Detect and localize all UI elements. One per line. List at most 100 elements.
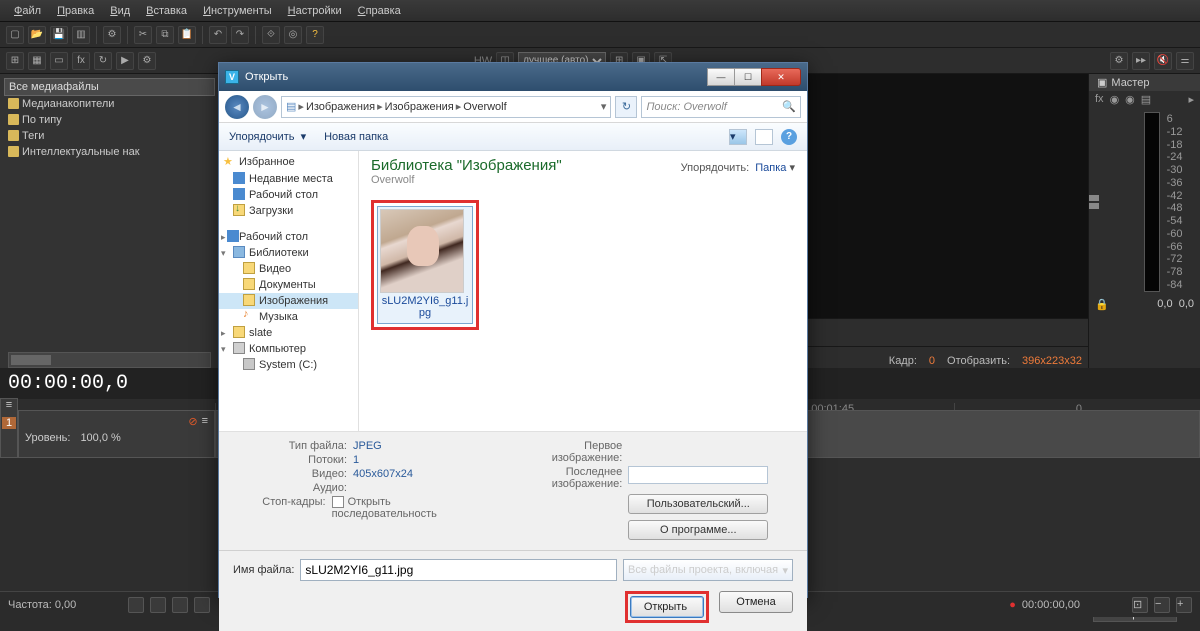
- last-image-input[interactable]: [628, 466, 768, 484]
- mixer-mute-icon[interactable]: 🔇: [1154, 52, 1172, 70]
- open-button[interactable]: Открыть: [630, 596, 704, 618]
- side-music[interactable]: Музыка: [219, 309, 358, 325]
- tool-zoom-icon[interactable]: [194, 597, 210, 613]
- side-desktop[interactable]: Рабочий стол: [219, 187, 358, 203]
- save-icon[interactable]: 💾: [50, 26, 68, 44]
- master-layout-icon[interactable]: ▣: [1097, 76, 1107, 89]
- media-icon[interactable]: ▦: [28, 52, 46, 70]
- zoom-in-icon[interactable]: +: [1176, 597, 1192, 613]
- refresh-button[interactable]: ↻: [615, 96, 637, 118]
- track-bypass-icon[interactable]: ⊘: [188, 415, 197, 428]
- view-mode-button[interactable]: ▾: [729, 129, 747, 145]
- about-button[interactable]: О программе...: [628, 520, 768, 540]
- help-button[interactable]: ?: [781, 129, 797, 145]
- new-icon[interactable]: ▢: [6, 26, 24, 44]
- tree-storage[interactable]: Медианакопители: [0, 96, 219, 112]
- master-out-icon[interactable]: ▸: [1188, 93, 1194, 106]
- side-video[interactable]: Видео: [219, 261, 358, 277]
- side-computer[interactable]: ▾Компьютер: [219, 341, 358, 357]
- mixer-sliders-icon[interactable]: ⚌: [1176, 52, 1194, 70]
- menu-file[interactable]: Файл: [6, 5, 49, 17]
- nav-fwd-button[interactable]: ►: [253, 95, 277, 119]
- menu-edit[interactable]: Правка: [49, 5, 102, 17]
- snap-icon[interactable]: ⟐: [262, 26, 280, 44]
- breadcrumb-imgs[interactable]: Изображения: [306, 101, 375, 113]
- sort-control[interactable]: Упорядочить: Папка ▾: [681, 161, 795, 174]
- tree-by-type[interactable]: По типу: [0, 112, 219, 128]
- side-libraries[interactable]: ▾Библиотеки: [219, 245, 358, 261]
- undo-icon[interactable]: ↶: [209, 26, 227, 44]
- organize-menu[interactable]: Упорядочить ▾: [229, 130, 306, 143]
- address-bar[interactable]: ▤ ▸ Изображения ▸ Изображения ▸ Overwolf…: [281, 96, 611, 118]
- side-recent[interactable]: Недавние места: [219, 171, 358, 187]
- zoom-out-icon[interactable]: −: [1154, 597, 1170, 613]
- fx-icon[interactable]: fx: [72, 52, 90, 70]
- copy-icon[interactable]: ⧉: [156, 26, 174, 44]
- mixer-gear-icon[interactable]: ⚙: [1110, 52, 1128, 70]
- gear-icon[interactable]: ⚙: [138, 52, 156, 70]
- fx-icon[interactable]: fx: [1095, 93, 1104, 106]
- clip-icon[interactable]: ▭: [50, 52, 68, 70]
- close-button[interactable]: ✕: [761, 68, 801, 86]
- breadcrumb-overwolf[interactable]: Overwolf: [463, 101, 506, 113]
- breadcrumb-imgs2[interactable]: Изображения: [385, 101, 454, 113]
- side-desktop2[interactable]: ▸Рабочий стол: [219, 229, 358, 245]
- side-docs[interactable]: Документы: [219, 277, 358, 293]
- tree-smart[interactable]: Интеллектуальные нак: [0, 144, 219, 160]
- import-icon[interactable]: ⊞: [6, 52, 24, 70]
- sequence-checkbox[interactable]: [332, 496, 344, 508]
- menu-tools[interactable]: Инструменты: [195, 5, 280, 17]
- search-input[interactable]: Поиск: Overwolf 🔍: [641, 96, 801, 118]
- master-solo-icon[interactable]: ◉: [1125, 93, 1135, 106]
- track-header[interactable]: ⊘ ≡ Уровень: 100,0 %: [18, 410, 215, 458]
- side-downloads[interactable]: Загрузки: [219, 203, 358, 219]
- side-favorites[interactable]: Избранное: [219, 153, 358, 171]
- sort-value[interactable]: Папка: [755, 162, 786, 174]
- menu-help[interactable]: Справка: [350, 5, 409, 17]
- open-icon[interactable]: 📂: [28, 26, 46, 44]
- play-icon[interactable]: ▶: [116, 52, 134, 70]
- side-system-c[interactable]: System (C:): [219, 357, 358, 373]
- cut-icon[interactable]: ✂: [134, 26, 152, 44]
- tree-tags[interactable]: Теги: [0, 128, 219, 144]
- minimize-button[interactable]: —: [707, 68, 735, 86]
- side-images[interactable]: Изображения: [219, 293, 358, 309]
- fader-handle-icon[interactable]: [1089, 195, 1099, 201]
- dialog-file-area[interactable]: Библиотека "Изображения" Overwolf Упоряд…: [359, 151, 807, 431]
- hamburger-icon[interactable]: ≡: [6, 399, 12, 411]
- redo-icon[interactable]: ↷: [231, 26, 249, 44]
- filetype-filter[interactable]: Все файлы проекта, включая: [623, 559, 793, 581]
- addr-drop-icon[interactable]: ▾: [601, 100, 607, 113]
- master-mute-icon[interactable]: ◉: [1110, 93, 1120, 106]
- menu-settings[interactable]: Настройки: [280, 5, 350, 17]
- file-thumbnail[interactable]: sLU2M2YI6_g11.jpg: [377, 206, 473, 324]
- side-slate[interactable]: ▸slate: [219, 325, 358, 341]
- fader-handle-icon[interactable]: [1089, 203, 1099, 209]
- tool-envelope-icon[interactable]: [150, 597, 166, 613]
- custom-button[interactable]: Пользовательский...: [628, 494, 768, 514]
- render-icon[interactable]: ▥: [72, 26, 90, 44]
- cancel-button[interactable]: Отмена: [719, 591, 793, 613]
- paste-icon[interactable]: 📋: [178, 26, 196, 44]
- preview-pane-button[interactable]: [755, 129, 773, 145]
- menu-view[interactable]: Вид: [102, 5, 138, 17]
- tool-select-icon[interactable]: [172, 597, 188, 613]
- filename-input[interactable]: [300, 559, 617, 581]
- new-folder-button[interactable]: Новая папка: [324, 131, 388, 143]
- loop-icon[interactable]: ↻: [94, 52, 112, 70]
- menu-insert[interactable]: Вставка: [138, 5, 195, 17]
- master-dim-icon[interactable]: ▤: [1141, 93, 1151, 106]
- help-icon[interactable]: ?: [306, 26, 324, 44]
- scrollbar-h[interactable]: [8, 352, 211, 368]
- mixer-next-icon[interactable]: ▸▸: [1132, 52, 1150, 70]
- zoom-fit-icon[interactable]: ⊡: [1132, 597, 1148, 613]
- nav-back-button[interactable]: ◄: [225, 95, 249, 119]
- track-more-icon[interactable]: ≡: [202, 415, 208, 428]
- dialog-titlebar[interactable]: V Открыть — ☐ ✕: [219, 63, 807, 91]
- tree-all-media[interactable]: Все медиафайлы: [4, 78, 215, 96]
- marker-icon[interactable]: ◎: [284, 26, 302, 44]
- search-icon[interactable]: 🔍: [782, 100, 796, 113]
- lock-icon[interactable]: 🔒: [1095, 298, 1109, 311]
- tool-cursor-icon[interactable]: [128, 597, 144, 613]
- maximize-button[interactable]: ☐: [734, 68, 762, 86]
